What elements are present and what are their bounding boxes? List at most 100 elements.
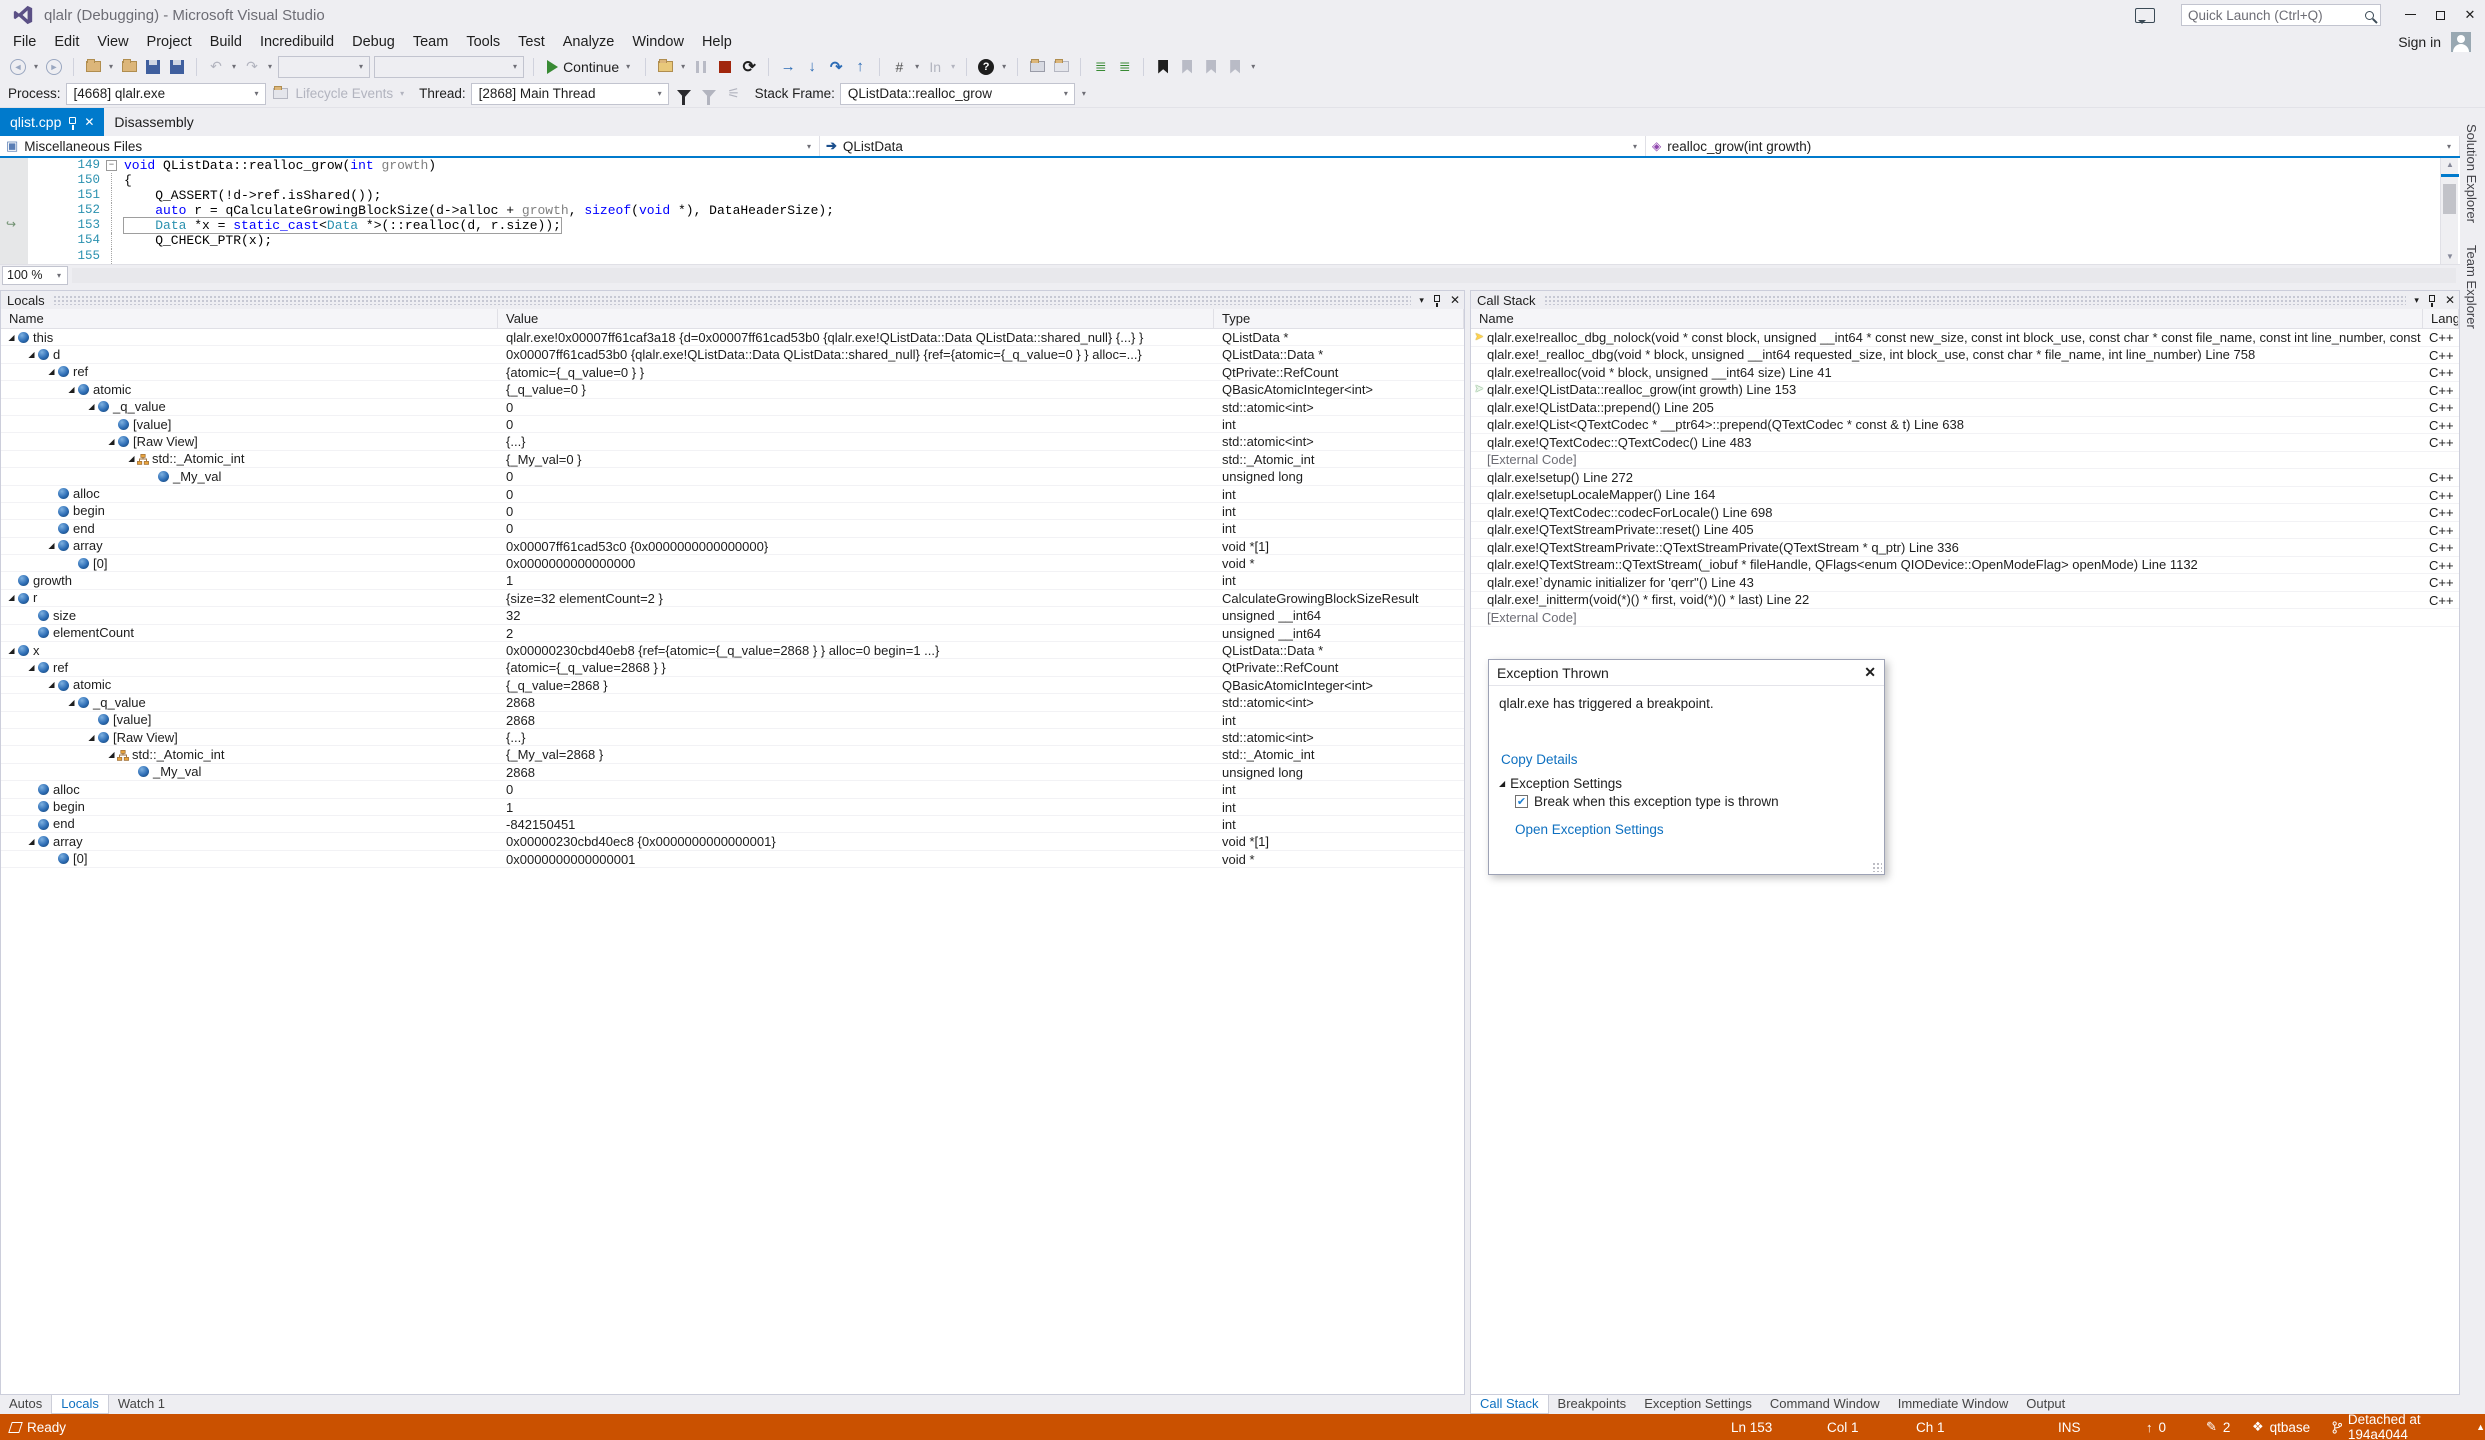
locals-row[interactable]: elementCount2unsigned __int64 [1, 625, 1464, 642]
menu-window[interactable]: Window [623, 32, 693, 52]
call-stack-frame[interactable]: qlalr.exe!QTextStreamPrivate::QTextStrea… [1471, 539, 2459, 557]
project-dropdown[interactable]: ▣ Miscellaneous Files ▾ [0, 136, 820, 156]
code-line-150[interactable]: 150{ [0, 173, 2460, 188]
pending-pushes[interactable]: ↑0 [2146, 1414, 2166, 1440]
editor-vertical-scrollbar[interactable]: ▲ ▼ [2440, 158, 2458, 264]
tree-expander-icon[interactable]: ◢ [106, 746, 117, 762]
tree-expander-icon[interactable]: ◢ [86, 729, 97, 745]
locals-panel-titlebar[interactable]: Locals ▾ ✕ [1, 291, 1464, 309]
user-avatar[interactable] [2451, 32, 2471, 52]
code-line-154[interactable]: 154 Q_CHECK_PTR(x); [0, 233, 2460, 248]
sidebar-tab-solution-explorer[interactable]: Solution Explorer [2460, 118, 2483, 229]
panel-drag-grip[interactable] [1544, 295, 2407, 305]
toggle-bookmark-icon[interactable] [1153, 56, 1173, 78]
editor-horizontal-scrollbar[interactable] [72, 268, 2456, 283]
menu-analyze[interactable]: Analyze [554, 32, 624, 52]
tree-expander-icon[interactable]: ◢ [46, 677, 57, 693]
call-stack-frame[interactable]: qlalr.exe!_initterm(void(*)() * first, v… [1471, 592, 2459, 610]
call-stack-frame[interactable]: [External Code] [1471, 452, 2459, 470]
tree-expander-icon[interactable]: ◢ [46, 538, 57, 554]
restart-icon[interactable]: ⟳ [739, 56, 759, 78]
undo-icon[interactable]: ↶ [206, 56, 226, 78]
locals-row[interactable]: ◢ref{atomic={_q_value=2868 } }QtPrivate:… [1, 659, 1464, 676]
menu-project[interactable]: Project [138, 32, 201, 52]
toolbar-overflow-icon[interactable]: ▾ [1249, 62, 1257, 71]
dock-tab-breakpoints[interactable]: Breakpoints [1549, 1395, 1636, 1414]
locals-row[interactable]: [value]0int [1, 416, 1464, 433]
locals-row[interactable]: ◢array0x00000230cbd40ec8 {0x000000000000… [1, 833, 1464, 850]
code-editor[interactable]: 149−void QListData::realloc_grow(int gro… [0, 158, 2460, 264]
undo-dropdown-icon[interactable]: ▾ [230, 62, 238, 71]
locals-row[interactable]: ◢ref{atomic={_q_value=0 } }QtPrivate::Re… [1, 364, 1464, 381]
code-line-152[interactable]: 152 auto r = qCalculateGrowingBlockSize(… [0, 203, 2460, 218]
tree-expander-icon[interactable]: ◢ [86, 399, 97, 415]
tree-expander-icon[interactable]: ◢ [46, 364, 57, 380]
step-over-icon[interactable]: ↷ [826, 56, 846, 78]
locals-row[interactable]: [0]0x0000000000000000void * [1, 555, 1464, 572]
menu-view[interactable]: View [88, 32, 137, 52]
locals-row[interactable]: [value]2868int [1, 712, 1464, 729]
code-line-153[interactable]: ↪153 Data *x = static_cast<Data *>(::rea… [0, 218, 2460, 233]
call-stack-frame[interactable]: qlalr.exe!QTextStream::QTextStream(_iobu… [1471, 557, 2459, 575]
locals-row[interactable]: _My_val2868unsigned long [1, 764, 1464, 781]
call-stack-frame[interactable]: qlalr.exe!setupLocaleMapper() Line 164C+… [1471, 487, 2459, 505]
new-file-icon[interactable] [83, 56, 103, 78]
locals-column-type[interactable]: Type [1214, 309, 1464, 329]
call-stack-frame[interactable]: qlalr.exe!setup() Line 272C++ [1471, 469, 2459, 487]
call-stack-frame[interactable]: qlalr.exe!`dynamic initializer for 'qerr… [1471, 574, 2459, 592]
locals-row[interactable]: size32unsigned __int64 [1, 607, 1464, 624]
panel-drag-grip[interactable] [53, 295, 1412, 305]
resize-grip[interactable] [1872, 862, 1882, 872]
locals-row[interactable]: alloc0int [1, 486, 1464, 503]
navigate-back-dropdown-icon[interactable]: ▾ [32, 62, 40, 71]
locals-row[interactable]: end0int [1, 520, 1464, 537]
tree-expander-icon[interactable]: ◢ [66, 694, 77, 710]
decrease-indent-icon[interactable]: ≣ [1090, 56, 1110, 78]
restore-button[interactable] [2425, 3, 2455, 27]
call-stack-frame[interactable]: ➤qlalr.exe!realloc_dbg_nolock(void * con… [1471, 329, 2459, 347]
call-stack-frame[interactable]: qlalr.exe!QTextCodec::codecForLocale() L… [1471, 504, 2459, 522]
suspend-threads-icon[interactable]: ⚟ [724, 83, 744, 105]
locals-row[interactable]: [0]0x0000000000000001void * [1, 851, 1464, 868]
call-stack-frame[interactable]: qlalr.exe!QTextStreamPrivate::reset() Li… [1471, 522, 2459, 540]
editor-zoom-dropdown[interactable]: 100 % ▾ [2, 266, 68, 285]
menu-tools[interactable]: Tools [457, 32, 509, 52]
locals-row[interactable]: ◢r{size=32 elementCount=2 }CalculateGrow… [1, 590, 1464, 607]
tree-expander-icon[interactable]: ◢ [6, 590, 17, 606]
dock-tab-call-stack[interactable]: Call Stack [1470, 1395, 1549, 1414]
navigate-backward-doc-icon[interactable] [1027, 56, 1047, 78]
locals-column-value[interactable]: Value [498, 309, 1214, 329]
locals-row[interactable]: ◢std::_Atomic_int{_My_val=0 }std::_Atomi… [1, 451, 1464, 468]
exception-settings-group[interactable]: ◢ Exception Settings [1499, 776, 1622, 791]
call-stack-frame[interactable]: [External Code] [1471, 609, 2459, 627]
close-icon[interactable]: ✕ [2445, 293, 2455, 307]
locals-row[interactable]: ◢array0x00007ff61cad53c0 {0x000000000000… [1, 538, 1464, 555]
locals-row[interactable]: begin0int [1, 503, 1464, 520]
call-stack-frame[interactable]: qlalr.exe!QTextCodec::QTextCodec() Line … [1471, 434, 2459, 452]
open-exception-settings-link[interactable]: Open Exception Settings [1515, 822, 1664, 837]
tree-expander-icon[interactable]: ◢ [126, 451, 137, 467]
locals-row[interactable]: ◢_q_value0std::atomic<int> [1, 399, 1464, 416]
next-bookmark-icon[interactable] [1201, 56, 1221, 78]
thread-combobox[interactable]: [2868] Main Thread▾ [471, 83, 669, 105]
navigate-back-icon[interactable]: ◄ [8, 56, 28, 78]
help-icon[interactable]: ? [976, 56, 996, 78]
locals-row[interactable]: ◢std::_Atomic_int{_My_val=2868 }std::_At… [1, 746, 1464, 763]
navigate-forward-icon[interactable]: ► [44, 56, 64, 78]
tree-expander-icon[interactable]: ◢ [26, 833, 37, 849]
save-all-icon[interactable] [167, 56, 187, 78]
debug-location-overflow-icon[interactable]: ▾ [1080, 89, 1088, 98]
diagnostic-dropdown-icon[interactable]: ▾ [679, 62, 687, 71]
type-dropdown[interactable]: ➔ QListData ▾ [820, 136, 1646, 156]
close-icon[interactable]: ✕ [1450, 293, 1460, 307]
help-dropdown-icon[interactable]: ▾ [1000, 62, 1008, 71]
hex-dropdown-icon[interactable]: ▾ [913, 62, 921, 71]
tab-qlist-cpp[interactable]: qlist.cpp✕ [0, 108, 104, 136]
dock-tab-immediate-window[interactable]: Immediate Window [1889, 1395, 2018, 1414]
locals-row[interactable]: growth1int [1, 572, 1464, 589]
branch-indicator[interactable]: Detached at 194a4044 ▲ [2332, 1414, 2485, 1440]
filter-flagged-icon[interactable] [699, 83, 719, 105]
step-into-icon[interactable]: ↓ [802, 56, 822, 78]
menu-help[interactable]: Help [693, 32, 741, 52]
menu-file[interactable]: File [4, 32, 45, 52]
